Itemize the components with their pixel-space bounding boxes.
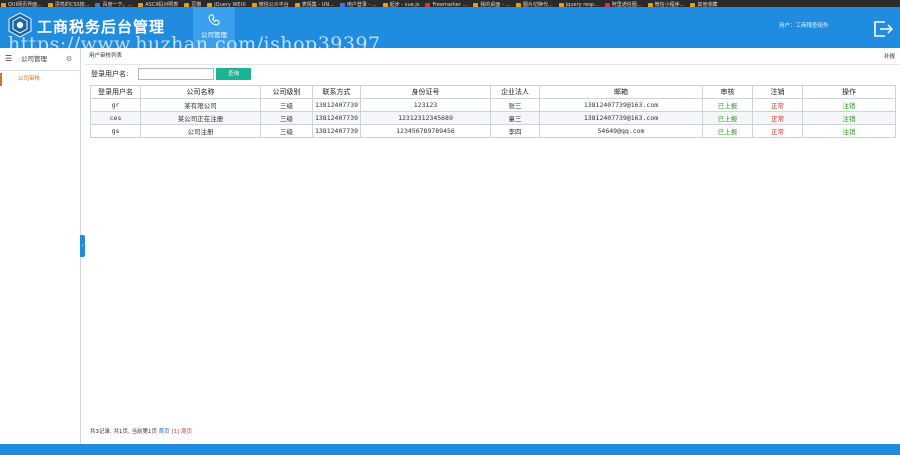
column-header: 登录用户名 (90, 85, 141, 99)
phone-icon (208, 14, 220, 26)
cell-phone: 13812407739 (312, 111, 361, 125)
column-header: 企业法人 (490, 85, 540, 99)
cancel-action-link[interactable]: 注销 (802, 111, 896, 125)
sidebar-header: ☰ 公司管理 ⚙ (0, 48, 80, 71)
cell-phone: 13812407739 (312, 98, 361, 112)
report-link[interactable]: 补报 (884, 52, 895, 60)
column-header: 审核 (702, 85, 753, 99)
cell-audit-status: 已上报 (702, 98, 753, 112)
bookmarks-bar: QUI网页界面... 漂亮的CSS按... 百度一下，... ASCII码对照表 豆瓣 j… (0, 0, 900, 7)
menu-icon[interactable]: ☰ (5, 48, 12, 70)
company-table: 登录用户名 公司名称 公司级别 联系方式 身份证号 企业法人 邮箱 审核 注销 操作 gr 某有限公… (90, 85, 896, 138)
sidebar-title: 公司管理 (21, 55, 47, 63)
main-content: 用户审核列表 补报 登录用户名: 查询 登录用户名 公司名称 公司级别 联系方式 身份证… (85, 48, 900, 444)
table-header-row: 登录用户名 公司名称 公司级别 联系方式 身份证号 企业法人 邮箱 审核 注销 操作 (90, 85, 896, 99)
pagination: 共3记录, 共1页, 当前第1页 首页 [1] 尾页 (90, 427, 192, 435)
cell-legal-person: 张三 (490, 98, 540, 112)
cell-legal-person: 李四 (490, 124, 540, 138)
cell-id-number: 12312312345689 (360, 111, 491, 125)
cell-level: 三级 (260, 111, 313, 125)
cell-username: ces (90, 111, 141, 125)
divider (85, 64, 900, 65)
cell-company: 某公司正在注册 (140, 111, 261, 125)
column-header: 公司名称 (140, 85, 261, 99)
column-header: 邮箱 (539, 85, 703, 99)
search-button[interactable]: 查询 (216, 68, 251, 80)
column-header: 身份证号 (360, 85, 491, 99)
pagination-summary: 共3记录, 共1页, 当前第1页 (90, 429, 157, 435)
gear-icon[interactable]: ⚙ (66, 48, 72, 70)
user-info: 用户：工商稽查组外 (779, 23, 829, 29)
cell-id-number: 123456789789456 (360, 124, 491, 138)
current-page[interactable]: [1] (172, 429, 180, 435)
sidebar-item-company-audit[interactable]: 公司审核 (0, 73, 80, 86)
cell-username: gr (90, 98, 141, 112)
username-search-input[interactable] (138, 68, 214, 80)
last-page-link[interactable]: 尾页 (181, 429, 192, 435)
first-page-link[interactable]: 首页 (159, 429, 170, 435)
cell-email: 54649@qq.com (539, 124, 703, 138)
sidebar: ☰ 公司管理 ⚙ 公司审核 (0, 48, 81, 444)
breadcrumb: 用户审核列表 (89, 53, 123, 59)
cell-cancel-status: 正常 (752, 111, 803, 125)
cell-company: 公司注册 (140, 124, 261, 138)
column-header: 公司级别 (260, 85, 313, 99)
column-header: 注销 (752, 85, 803, 99)
table-row: gr 某有限公司 三级 13812407739 123123 张三 13812407739@… (90, 98, 896, 112)
cell-email: 13812407739@163.com (539, 111, 703, 125)
app-title: 工商税务后台管理 (37, 18, 166, 36)
table-row: ces 某公司正在注册 三级 13812407739 12312312345689 童三 1… (90, 111, 896, 125)
cell-audit-status: 已上报 (702, 111, 753, 125)
shield-emblem-icon (8, 12, 32, 38)
cell-legal-person: 童三 (490, 111, 540, 125)
nav-company-management[interactable]: 公司管理 (193, 7, 235, 48)
cancel-action-link[interactable]: 注销 (802, 124, 896, 138)
cell-username: gs (90, 124, 141, 138)
footer-bar (0, 444, 900, 455)
cell-level: 三级 (260, 124, 313, 138)
logout-icon[interactable] (872, 19, 894, 39)
cell-cancel-status: 正常 (752, 98, 803, 112)
cell-cancel-status: 正常 (752, 124, 803, 138)
cell-id-number: 123123 (360, 98, 491, 112)
column-header: 联系方式 (312, 85, 361, 99)
cell-audit-status: 已上报 (702, 124, 753, 138)
app-header: 工商税务后台管理 公司管理 用户：工商稽查组外 (0, 7, 900, 48)
cell-company: 某有限公司 (140, 98, 261, 112)
nav-module-label: 公司管理 (201, 31, 227, 39)
cancel-action-link[interactable]: 注销 (802, 98, 896, 112)
cell-email: 13812407739@163.com (539, 98, 703, 112)
table-row: gs 公司注册 三级 13812407739 123456789789456 李四 5464… (90, 124, 896, 138)
column-header: 操作 (802, 85, 896, 99)
cell-level: 三级 (260, 98, 313, 112)
search-label: 登录用户名: (91, 70, 129, 78)
cell-phone: 13812407739 (312, 124, 361, 138)
